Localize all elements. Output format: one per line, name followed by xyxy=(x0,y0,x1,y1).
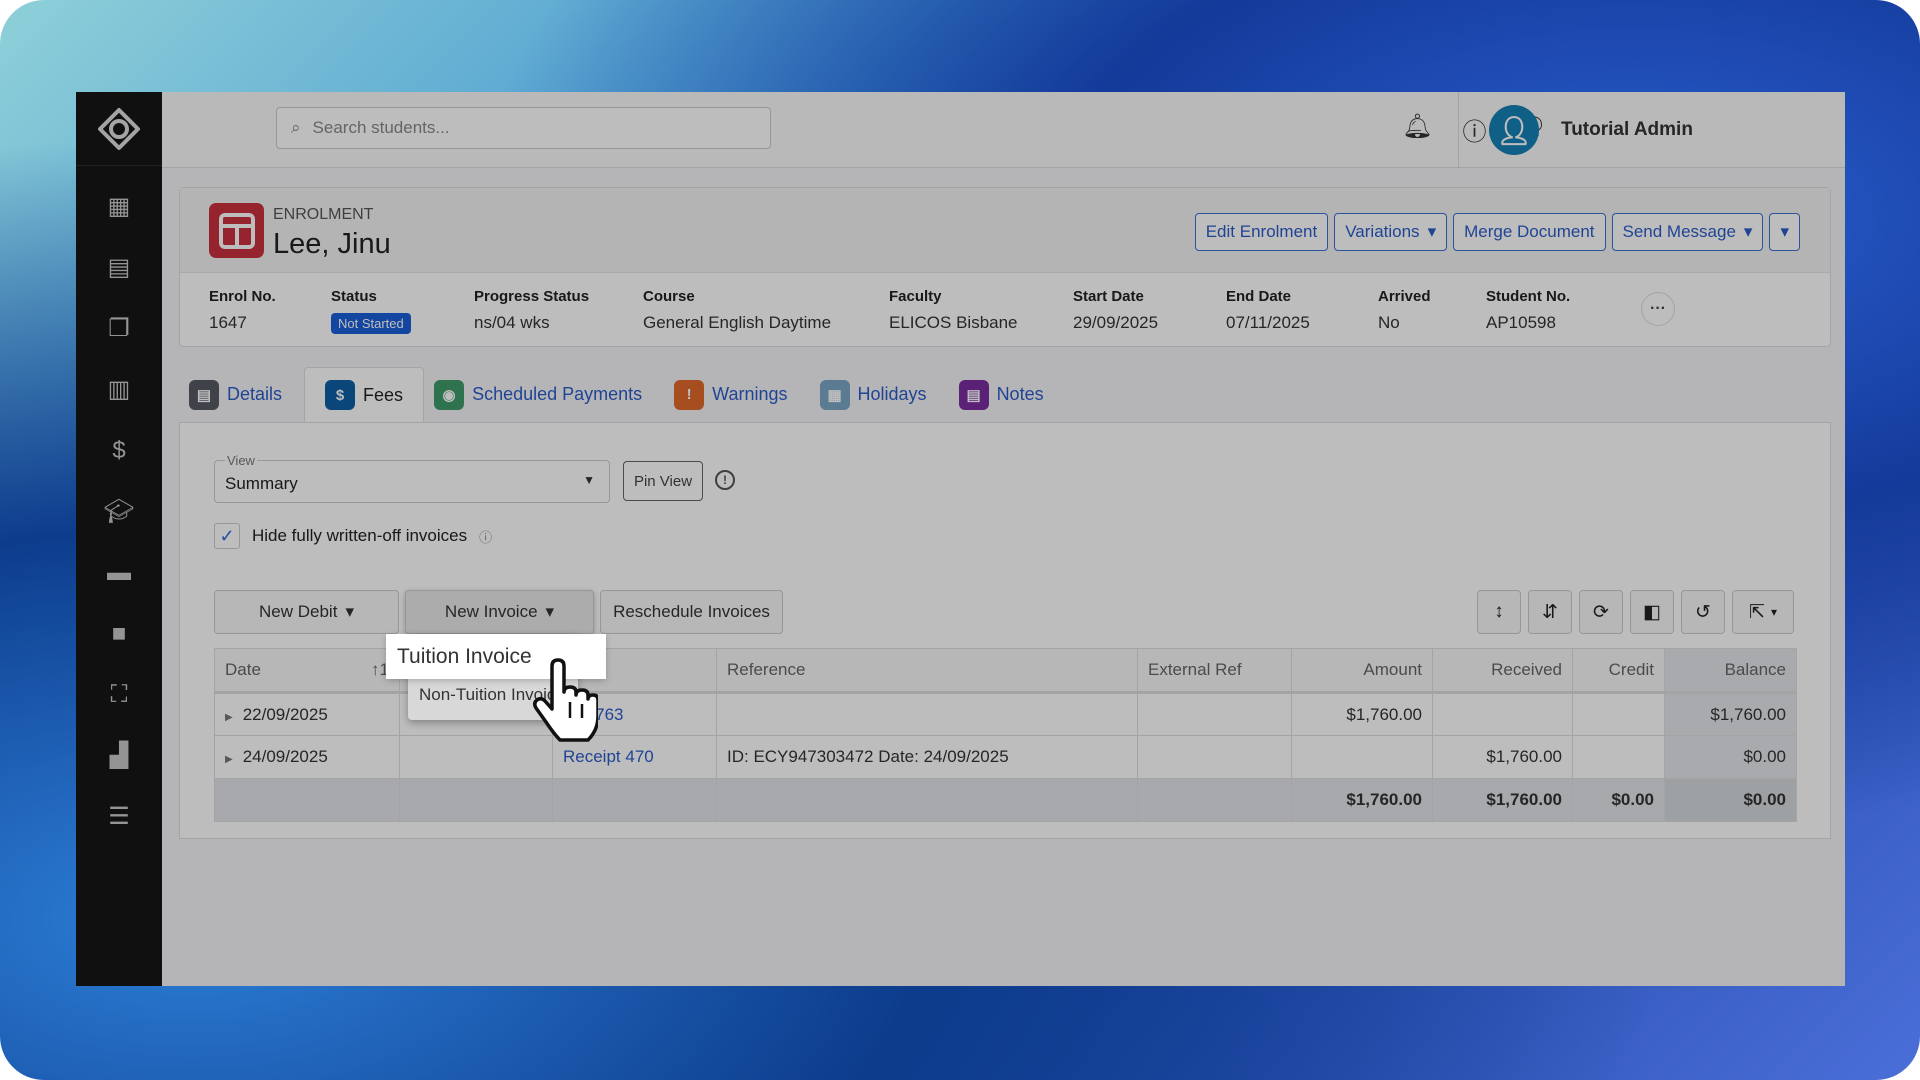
new-debit-button[interactable]: New Debit ▾ xyxy=(214,590,399,634)
safe-icon: ◉ xyxy=(434,379,465,410)
new-invoice-button[interactable]: New Invoice ▾ xyxy=(405,590,594,634)
sidebar-students-icon[interactable]: ▤ xyxy=(76,237,162,298)
sidebar-enrolments-icon[interactable]: ❐ xyxy=(76,298,162,359)
export-icon[interactable]: ⇱ ▾ xyxy=(1732,590,1794,634)
hide-written-off-checkbox[interactable]: ✓ Hide fully written-off invoices ⓘ xyxy=(214,523,492,549)
tab-warnings[interactable]: ! Warnings xyxy=(664,367,809,422)
field-start-date: Start Date 29/09/2025 xyxy=(1073,288,1159,332)
send-message-button[interactable]: Send Message ▾ xyxy=(1611,213,1764,251)
tab-scheduled-payments[interactable]: ◉ Scheduled Payments xyxy=(424,367,664,422)
field-enrol-no: Enrol No. 1647 xyxy=(209,288,276,332)
columns-icon[interactable]: ◧ xyxy=(1630,590,1674,634)
bell-icon[interactable]: 🔔︎ xyxy=(1402,112,1432,147)
fees-panel: View Summary ▼ Pin View ! ✓ Hide fully w… xyxy=(179,422,1831,839)
totals-row: $1,760.00 $1,760.00 $0.00 $0.00 xyxy=(214,778,1797,822)
info-icon[interactable]: ! xyxy=(715,470,735,490)
edit-enrolment-button[interactable]: Edit Enrolment xyxy=(1194,213,1329,251)
app-logo[interactable] xyxy=(76,92,162,166)
sidebar: ▦ ▤ ❐ ▥ $ 🎓︎ ▬ ■ ⛶ ▟ ☰ xyxy=(76,92,162,986)
notes-icon: ▤ xyxy=(958,379,989,410)
avatar: 👤︎ xyxy=(1489,105,1539,155)
sidebar-layout-icon[interactable]: ▥ xyxy=(76,359,162,420)
hand-cursor-icon xyxy=(532,658,598,742)
sidebar-briefcase-icon[interactable]: ■ xyxy=(76,603,162,664)
caret-down-icon: ▾ xyxy=(1743,222,1753,241)
calendar-icon: ▦ xyxy=(819,379,850,410)
field-student-no: Student No. AP10598 xyxy=(1486,288,1571,333)
tab-bar: ▤ Details $ Fees ◉ Scheduled Payments ! Warn… xyxy=(179,367,1066,422)
details-icon: ▤ xyxy=(189,379,219,410)
tab-holidays[interactable]: ▦ Holidays xyxy=(810,367,949,422)
topbar: ⌕ Search students... 🔔︎ ⓘ 🗨︎ 👤︎ Tutorial… xyxy=(162,92,1845,168)
enrolment-icon xyxy=(209,203,264,258)
expand-row-icon: ▶ xyxy=(225,711,233,723)
variations-button[interactable]: Variations ▾ xyxy=(1334,213,1448,251)
expand-rows-icon[interactable]: ↕ xyxy=(1477,590,1521,634)
enrolment-card: ENROLMENT Lee, Jinu Edit Enrolment Varia… xyxy=(179,187,1831,347)
view-select[interactable]: View Summary ▼ xyxy=(214,453,610,503)
enrolment-label: ENROLMENT xyxy=(273,206,374,223)
sidebar-courses-icon[interactable]: 🎓︎ xyxy=(76,481,162,542)
student-no-link[interactable]: AP10598 xyxy=(1486,313,1570,333)
warning-icon: ! xyxy=(674,379,705,410)
sidebar-network-icon[interactable]: ⛶ xyxy=(76,664,162,725)
tab-notes[interactable]: ▤ Notes xyxy=(949,367,1066,422)
search-icon: ⌕ xyxy=(291,118,301,137)
field-arrived: Arrived No xyxy=(1378,288,1431,332)
field-faculty: Faculty ELICOS Bisbane xyxy=(889,288,1018,332)
caret-down-icon: ▾ xyxy=(1427,222,1437,241)
pin-view-button[interactable]: Pin View xyxy=(623,461,703,501)
expand-row-icon: ▶ xyxy=(225,754,233,765)
table-row[interactable]: ▶ 24/09/2025 Receipt 470 ID: ECY947303472… xyxy=(214,735,1797,779)
tab-details[interactable]: ▤ Details xyxy=(179,367,304,422)
sidebar-book-icon[interactable]: ▬ xyxy=(76,542,162,603)
app-window: ▦ ▤ ❐ ▥ $ 🎓︎ ▬ ■ ⛶ ▟ ☰ ⌕ Search students… xyxy=(76,92,1845,986)
checkmark-icon: ✓ xyxy=(214,523,240,549)
more-actions-dropdown[interactable]: ▾ xyxy=(1769,213,1800,251)
sidebar-settings-sliders-icon[interactable]: ☰ xyxy=(76,786,162,847)
refresh-icon[interactable]: ⟳ xyxy=(1579,590,1623,634)
user-name: Tutorial Admin xyxy=(1561,119,1693,140)
field-progress-status: Progress Status ns/04 wks xyxy=(474,288,590,332)
merge-document-button[interactable]: Merge Document xyxy=(1453,213,1606,251)
field-course: Course General English Daytime xyxy=(643,288,832,332)
student-name: Lee, Jinu xyxy=(273,228,391,260)
reset-icon[interactable]: ↺ xyxy=(1681,590,1725,634)
caret-down-icon: ▾ xyxy=(1780,222,1789,241)
caret-down-icon: ▾ xyxy=(345,602,354,621)
sidebar-dashboard-icon[interactable]: ▦ xyxy=(76,176,162,237)
sidebar-fees-icon[interactable]: $ xyxy=(76,420,162,481)
more-options-button[interactable]: ··· xyxy=(1641,292,1675,326)
sidebar-buildings-icon[interactable]: ▟ xyxy=(76,725,162,786)
tab-fees[interactable]: $ Fees xyxy=(304,367,425,422)
field-status: Status Not Started xyxy=(331,288,474,334)
search-input[interactable]: ⌕ Search students... xyxy=(276,107,771,149)
dollar-icon: $ xyxy=(325,380,356,410)
status-badge: Not Started xyxy=(331,313,411,334)
reschedule-invoices-button[interactable]: Reschedule Invoices xyxy=(600,590,783,634)
info-icon: ⓘ xyxy=(479,529,493,545)
caret-down-icon: ▼ xyxy=(583,473,595,487)
user-menu[interactable]: 👤︎ Tutorial Admin xyxy=(1458,92,1693,168)
caret-down-icon: ▾ xyxy=(545,602,555,621)
collapse-rows-icon[interactable]: ⇵ xyxy=(1528,590,1572,634)
field-end-date: End Date 07/11/2025 xyxy=(1226,288,1310,332)
